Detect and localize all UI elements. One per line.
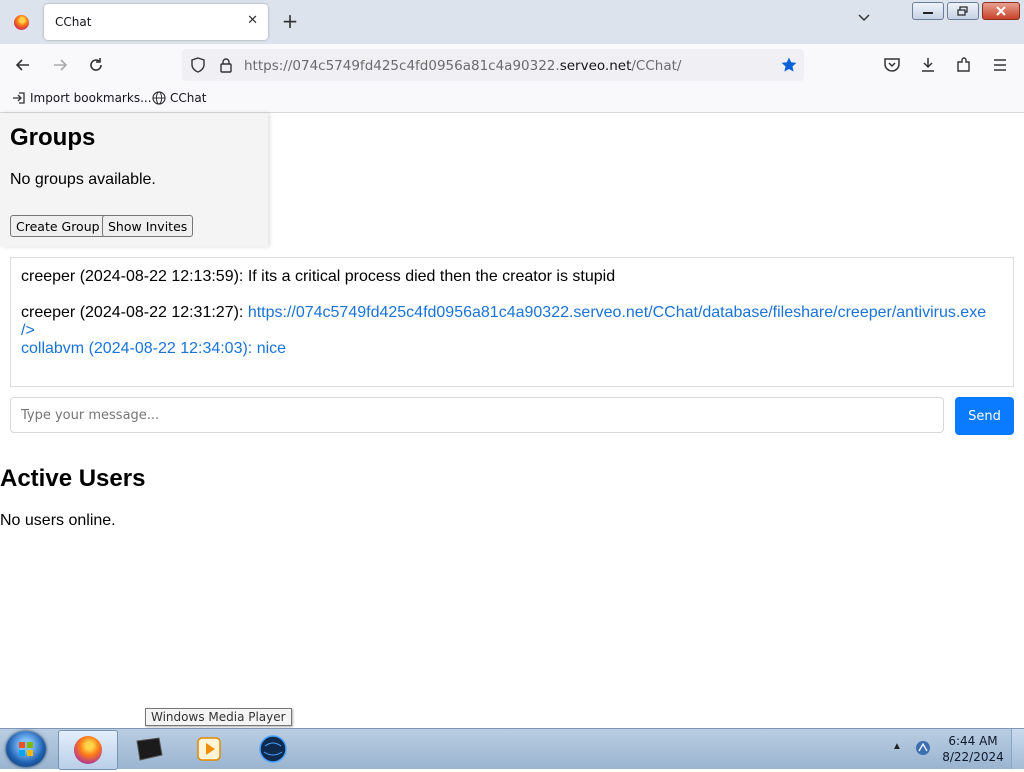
chat-message[interactable]: collabvm (2024-08-22 12:34:03): nice — [21, 340, 286, 358]
download-icon — [922, 58, 934, 72]
navigation-toolbar: https://074c5749fd425c4fd0956a81c4a90322… — [0, 44, 1024, 86]
bookmarks-toolbar: Import bookmarks... CChat — [0, 86, 1024, 113]
groups-heading: Groups — [10, 124, 96, 151]
terminal-icon — [136, 737, 163, 761]
pocket-button[interactable] — [879, 53, 905, 77]
puzzle-icon — [957, 57, 970, 72]
create-group-button[interactable]: Create Group — [10, 215, 106, 237]
restore-icon — [957, 6, 968, 16]
reload-button[interactable] — [83, 53, 109, 77]
extensions-button[interactable] — [951, 53, 977, 77]
globe-icon — [152, 91, 166, 105]
bookmark-star-icon[interactable] — [780, 56, 798, 79]
windows-logo-icon — [19, 742, 33, 756]
app-menu-button[interactable] — [987, 53, 1013, 77]
url-domain: serveo.net — [559, 58, 632, 74]
close-tab-icon[interactable]: ✕ — [247, 13, 258, 28]
taskbar-tooltip: Windows Media Player — [145, 708, 292, 726]
clock-date: 8/22/2024 — [942, 750, 1004, 764]
address-bar[interactable]: https://074c5749fd425c4fd0956a81c4a90322… — [182, 49, 804, 81]
show-desktop-button[interactable] — [1011, 729, 1024, 769]
taskbar: ▲ 6:44 AM 8/22/2024 — [0, 728, 1024, 770]
clock-time: 6:44 AM — [948, 734, 998, 748]
back-arrow-icon — [15, 59, 29, 71]
message-text: If its a critical process died then the … — [247, 268, 616, 285]
send-button[interactable]: Send — [955, 397, 1014, 435]
minimize-button[interactable] — [912, 2, 944, 20]
back-button[interactable] — [10, 53, 36, 77]
show-invites-button[interactable]: Show Invites — [102, 215, 194, 237]
hamburger-menu-icon — [994, 59, 1006, 71]
media-player-icon — [197, 737, 221, 761]
shield-icon[interactable] — [190, 57, 206, 78]
lock-icon[interactable] — [218, 57, 234, 78]
tab-bar: CChat ✕ + — [0, 0, 1024, 44]
downloads-button[interactable] — [915, 53, 941, 77]
taskbar-media-player[interactable] — [180, 730, 238, 768]
no-groups-text: No groups available. — [10, 171, 156, 188]
network-icon[interactable] — [914, 739, 932, 762]
taskbar-terminal[interactable] — [120, 730, 178, 768]
minimize-icon — [923, 12, 933, 14]
url-path: /CChat/ — [631, 58, 682, 74]
close-window-button[interactable] — [982, 2, 1020, 20]
close-icon — [996, 6, 1006, 16]
show-hidden-icons-button[interactable]: ▲ — [892, 741, 902, 752]
url-text[interactable]: https://074c5749fd425c4fd0956a81c4a90322… — [244, 58, 681, 74]
bookmark-import[interactable]: Import bookmarks... — [12, 91, 152, 105]
tab-cchat[interactable]: CChat ✕ — [44, 4, 268, 40]
forward-button[interactable] — [47, 53, 73, 77]
new-tab-button[interactable]: + — [278, 10, 302, 34]
message-input[interactable] — [10, 397, 944, 433]
message-link[interactable]: https://074c5749fd425c4fd0956a81c4a90322… — [248, 304, 986, 321]
start-button[interactable] — [6, 731, 46, 767]
tab-title: CChat — [55, 15, 92, 29]
bookmark-cchat-label: CChat — [170, 91, 207, 105]
bookmark-cchat[interactable]: CChat — [152, 91, 206, 105]
chat-message: creeper (2024-08-22 12:13:59): If its a … — [21, 268, 615, 286]
message-meta: creeper (2024-08-22 12:13:59): — [21, 268, 248, 285]
taskbar-globe-app[interactable] — [244, 730, 302, 768]
firefox-view-button[interactable] — [0, 0, 42, 44]
chevron-down-icon — [858, 14, 870, 22]
globe-app-icon — [259, 735, 287, 763]
groups-panel: Groups No groups available. Create Group… — [0, 113, 268, 247]
import-icon — [13, 92, 25, 104]
taskbar-clock[interactable]: 6:44 AM 8/22/2024 — [936, 733, 1010, 765]
active-users-heading: Active Users — [0, 465, 146, 492]
taskbar-firefox[interactable] — [58, 730, 118, 770]
pocket-icon — [884, 58, 900, 72]
message-link-tail[interactable]: /> — [21, 322, 35, 340]
chat-messages[interactable]: creeper (2024-08-22 12:13:59): If its a … — [10, 257, 1014, 387]
firefox-icon — [13, 14, 29, 30]
chat-message: creeper (2024-08-22 12:31:27): https://0… — [21, 304, 986, 322]
url-prefix: https://074c5749fd425c4fd0956a81c4a90322… — [244, 58, 560, 74]
restore-button[interactable] — [947, 2, 979, 20]
reload-icon — [90, 58, 102, 71]
firefox-icon — [74, 736, 102, 764]
forward-arrow-icon — [54, 59, 68, 71]
no-users-text: No users online. — [0, 512, 116, 529]
list-all-tabs-button[interactable] — [852, 10, 876, 34]
bookmark-import-label: Import bookmarks... — [30, 91, 152, 105]
message-meta: creeper (2024-08-22 12:31:27): — [21, 304, 248, 321]
window-controls — [912, 2, 1020, 20]
